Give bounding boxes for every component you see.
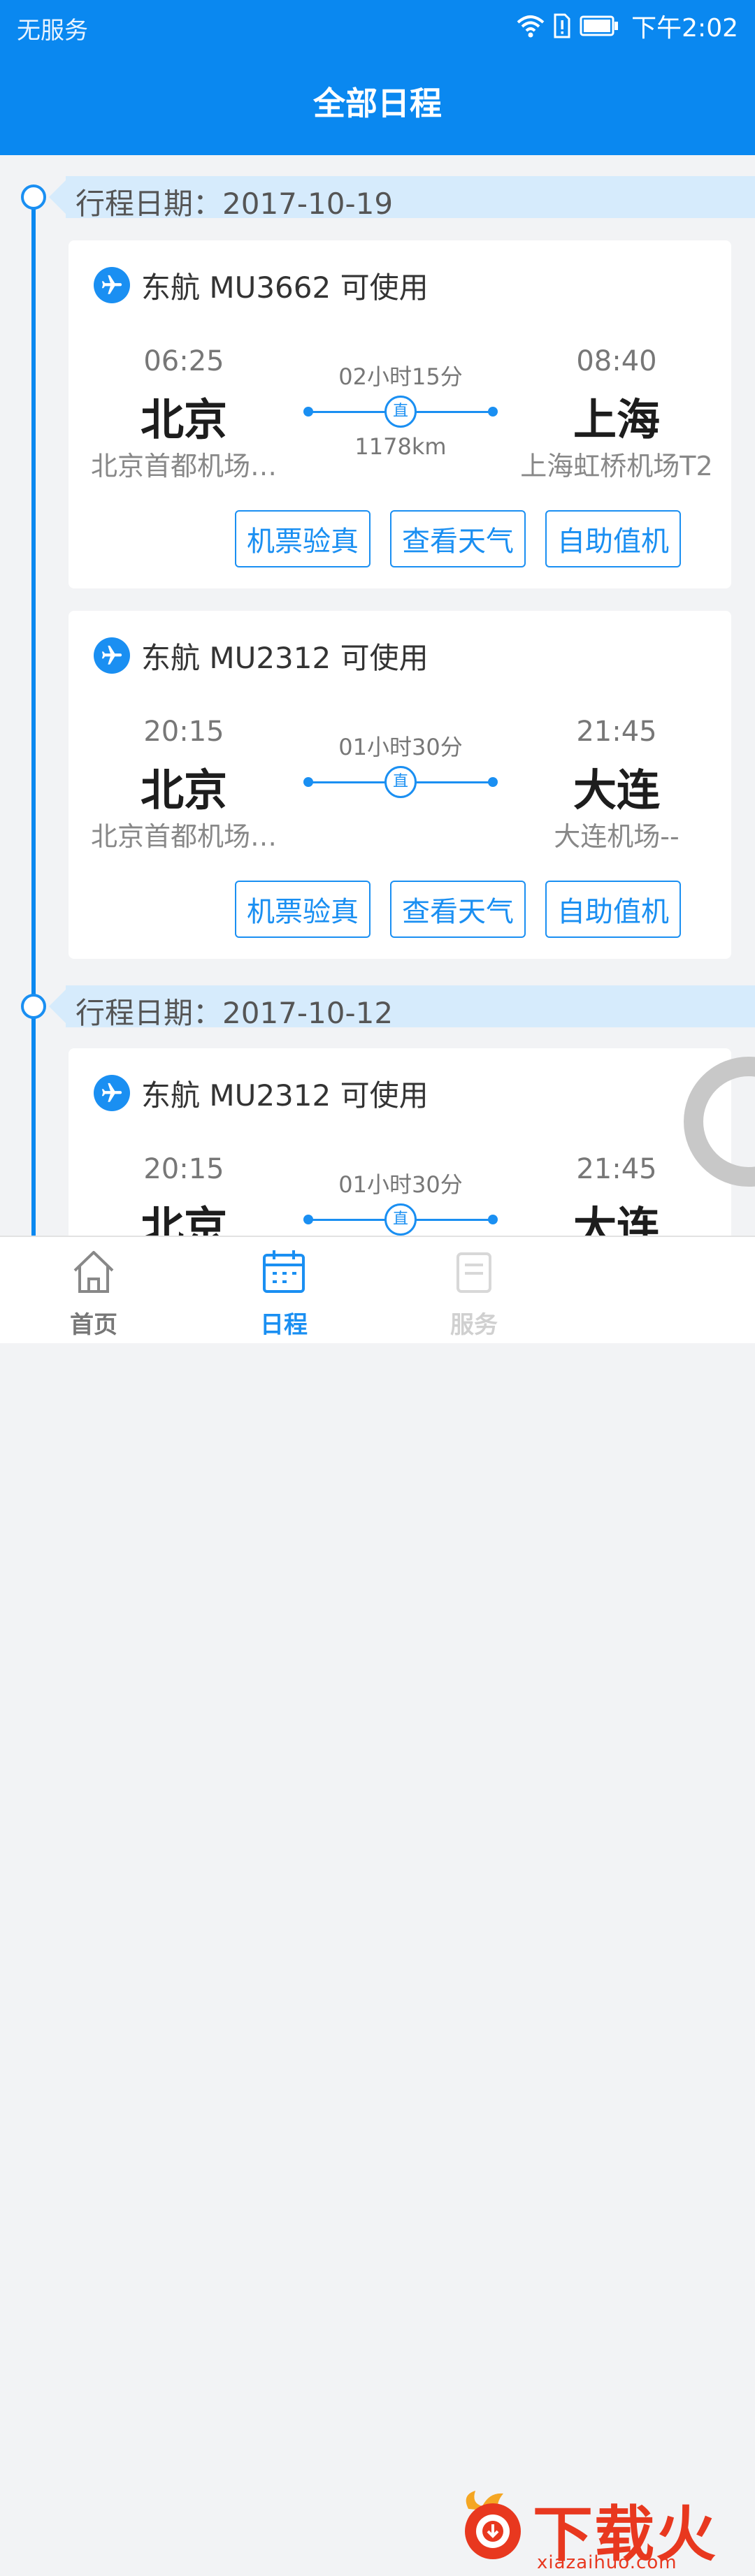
watermark: 下载火 xiazaihuo.com	[447, 2482, 748, 2576]
airplane-icon	[94, 637, 130, 674]
timeline-dot	[21, 994, 46, 1019]
status-bar: 无服务 下午2:02	[0, 0, 755, 53]
flight-duration: 01小时30分	[338, 734, 463, 760]
flight-duration: 02小时15分	[338, 363, 463, 390]
direct-flight-badge: 直	[384, 1203, 417, 1236]
wifi-icon	[517, 15, 545, 38]
departure-city: 北京	[140, 765, 227, 816]
route-indicator: 01小时30分 直	[299, 611, 502, 876]
battery-icon	[580, 15, 619, 36]
route-start-dot	[303, 777, 313, 787]
page-title: 全部日程	[313, 85, 442, 122]
direct-flight-badge: 直	[384, 396, 417, 428]
date-label: 行程日期：2017-10-12	[76, 996, 394, 1030]
route-start-dot	[303, 407, 313, 417]
home-icon	[73, 1251, 114, 1293]
tab-service-label: 服务	[450, 1311, 498, 1339]
watermark-url: xiazaihuo.com	[537, 2552, 677, 2573]
timeline-line	[31, 197, 36, 1236]
flight-distance: 1178km	[354, 433, 447, 460]
date-header: 行程日期：2017-10-19	[49, 176, 755, 221]
timeline-dot	[21, 184, 46, 210]
arrival-city: 大连	[573, 765, 660, 816]
verify-ticket-button[interactable]: 机票验真	[235, 881, 371, 938]
tab-home[interactable]: 首页	[24, 1247, 164, 1340]
arrival-city: 大连	[573, 1202, 660, 1236]
flight-actions: 机票验真 查看天气 自助值机	[235, 881, 681, 938]
self-checkin-button[interactable]: 自助值机	[545, 510, 681, 567]
schedule-list[interactable]: 行程日期：2017-10-19 东航 MU3662 可使用 06:25 北京 北…	[0, 155, 755, 1236]
departure-city: 北京	[140, 394, 227, 445]
arrival-city: 上海	[573, 394, 660, 445]
arrival-time: 21:45	[576, 716, 657, 748]
departure-airport: 北京首都机场…	[90, 451, 277, 482]
route-end-dot	[488, 407, 498, 417]
bottom-tab-bar: 首页 日程 服务 下载火 xiazaihuo.com	[0, 1236, 755, 2573]
route-indicator: 01小时30分 直	[299, 1048, 502, 1236]
calendar-icon	[263, 1250, 305, 1293]
watermark-logo	[465, 2491, 521, 2559]
service-icon	[456, 1252, 491, 1293]
route-end-dot	[488, 1215, 498, 1224]
route-indicator: 02小时15分 直 1178km	[299, 240, 502, 506]
check-weather-button[interactable]: 查看天气	[390, 881, 526, 938]
departure-city: 北京	[140, 1202, 227, 1236]
carrier-label: 无服务	[17, 17, 88, 45]
tab-service[interactable]: 服务	[404, 1247, 544, 1340]
sim-alert-icon	[554, 13, 570, 38]
airplane-icon	[94, 267, 130, 303]
flight-card[interactable]: 东航 MU2312 可使用 20:15 北京 北京首都机场… 01小时30分 直…	[69, 611, 731, 959]
self-checkin-button[interactable]: 自助值机	[545, 881, 681, 938]
flight-card[interactable]: 东航 MU2312 可使用 20:15 北京 01小时30分 直 21:45 大…	[69, 1048, 731, 1236]
departure-time: 20:15	[143, 716, 224, 748]
flight-duration: 01小时30分	[338, 1171, 463, 1198]
flight-card[interactable]: 东航 MU3662 可使用 06:25 北京 北京首都机场… 02小时15分 直…	[69, 240, 731, 588]
app-header: 无服务 下午2:02 全部日程	[0, 0, 755, 155]
route-start-dot	[303, 1215, 313, 1224]
date-header: 行程日期：2017-10-12	[49, 985, 755, 1030]
verify-ticket-button[interactable]: 机票验真	[235, 510, 371, 567]
clock: 下午2:02	[631, 14, 738, 43]
departure-time: 06:25	[143, 345, 224, 377]
direct-flight-badge: 直	[384, 766, 417, 798]
arrival-time: 08:40	[576, 345, 657, 377]
status-icons: 下午2:02	[517, 10, 738, 43]
tab-home-label: 首页	[70, 1311, 117, 1339]
route-end-dot	[488, 777, 498, 787]
check-weather-button[interactable]: 查看天气	[390, 510, 526, 567]
date-label: 行程日期：2017-10-19	[76, 187, 394, 221]
tab-schedule-label: 日程	[260, 1311, 308, 1339]
departure-airport: 北京首都机场…	[90, 821, 277, 852]
departure-time: 20:15	[143, 1153, 224, 1185]
arrival-airport: 上海虹桥机场T2	[520, 451, 713, 482]
tab-schedule[interactable]: 日程	[214, 1247, 354, 1340]
arrival-airport: 大连机场--	[554, 821, 680, 852]
airplane-icon	[94, 1075, 130, 1111]
flight-actions: 机票验真 查看天气 自助值机	[235, 510, 681, 567]
